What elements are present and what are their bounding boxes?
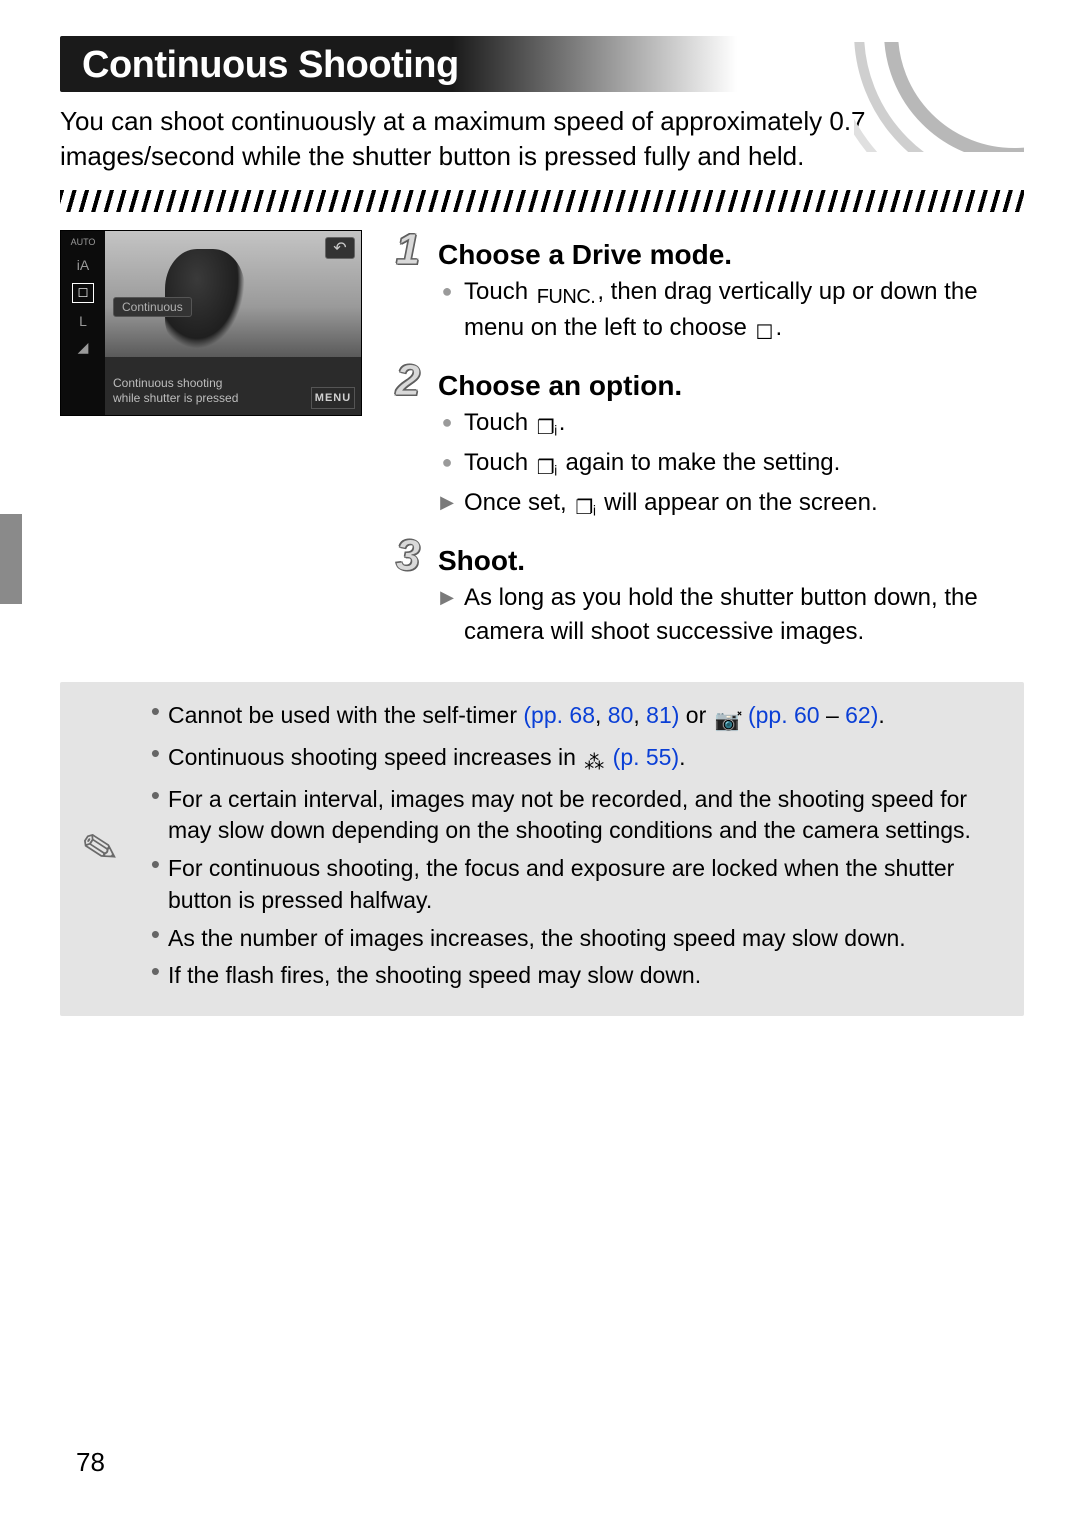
step: 3 Shoot. ▶As long as you hold the shutter … — [388, 536, 1024, 648]
section-heading-bar: Continuous Shooting — [60, 36, 1024, 92]
inline-icon: FUNC. — [535, 283, 598, 311]
sidebar-icon-selected: ☐ — [72, 283, 95, 303]
note-bullet-dot: • — [151, 784, 160, 847]
camera-preview-image — [105, 231, 361, 357]
sidebar-icon: L — [79, 313, 87, 329]
bullet-text: Touch ❐ᵢ. — [464, 406, 565, 442]
hatch-divider — [60, 190, 1024, 212]
step-title: Choose a Drive mode. — [438, 239, 732, 271]
camera-screenshot: AUTO iA ☐ L ◢ ↶ Continuous Continuous sh… — [60, 230, 362, 416]
notes-list: •Cannot be used with the self-timer (pp.… — [151, 700, 1004, 998]
note-item: •If the flash fires, the shooting speed … — [151, 960, 1004, 992]
note-item: •As the number of images increases, the … — [151, 923, 1004, 955]
note-text: Continuous shooting speed increases in ⁂… — [168, 742, 686, 778]
bullet-text: Touch ❐ᵢ again to make the setting. — [464, 446, 840, 482]
note-bullet-dot: • — [151, 853, 160, 916]
inline-icon: ❐ᵢ — [535, 414, 559, 442]
note-text: For a certain interval, images may not b… — [168, 784, 1004, 847]
step-number: 2 — [388, 361, 428, 401]
note-bullet-dot: • — [151, 742, 160, 778]
step-bullet: ●Touch ❐ᵢ. — [438, 406, 1024, 442]
notes-box: ✎ •Cannot be used with the self-timer (p… — [60, 682, 1024, 1016]
step-bullet: ●Touch FUNC., then drag vertically up or… — [438, 275, 1024, 347]
sidebar-icon: iA — [77, 257, 89, 273]
note-bullet-dot: • — [151, 960, 160, 992]
circle-bullet-icon: ● — [438, 275, 456, 347]
step: 1 Choose a Drive mode. ●Touch FUNC., then … — [388, 230, 1024, 347]
page-ref-link[interactable]: 81 — [646, 702, 672, 728]
page-ref-link[interactable]: (pp. 60 — [748, 702, 820, 728]
sidebar-icon: AUTO — [71, 237, 96, 247]
note-bullet-dot: • — [151, 923, 160, 955]
camera-back-icon: ↶ — [325, 237, 355, 259]
inline-icon: 📷̽ — [713, 708, 742, 736]
note-text: If the flash fires, the shooting speed m… — [168, 960, 701, 992]
step: 2Choose an option.●Touch ❐ᵢ.●Touch ❐ᵢ ag… — [388, 361, 1024, 522]
note-item: •For a certain interval, images may not … — [151, 784, 1004, 847]
camera-desc-line2: while shutter is pressed — [113, 391, 238, 405]
step-number: 3 — [388, 536, 428, 576]
camera-desc-line1: Continuous shooting — [113, 376, 222, 390]
arrow-bullet-icon: ▶ — [438, 486, 456, 522]
step-bullet: ▶As long as you hold the shutter button … — [438, 581, 1024, 648]
arrow-bullet-icon: ▶ — [438, 581, 456, 648]
inline-icon: ❐ᵢ — [573, 494, 597, 522]
camera-menu-button: MENU — [311, 387, 355, 409]
page-ref-link[interactable]: 62 — [845, 702, 871, 728]
bullet-text: As long as you hold the shutter button d… — [464, 581, 1024, 648]
step-title: Choose an option. — [438, 370, 682, 402]
note-item: •For continuous shooting, the focus and … — [151, 853, 1004, 916]
bullet-text: Touch FUNC., then drag vertically up or … — [464, 275, 1024, 347]
page-ref-link[interactable]: ) — [871, 702, 879, 728]
page-ref-link[interactable]: ) — [672, 702, 680, 728]
note-item: •Cannot be used with the self-timer (pp.… — [151, 700, 1004, 736]
page-number: 78 — [76, 1447, 105, 1478]
section-title: Continuous Shooting — [60, 36, 1024, 87]
note-item: •Continuous shooting speed increases in … — [151, 742, 1004, 778]
inline-icon: ☐ — [754, 319, 776, 347]
inline-icon: ❐ᵢ — [535, 454, 559, 482]
bullet-text: Once set, ❐ᵢ will appear on the screen. — [464, 486, 878, 522]
thumb-tab — [0, 514, 22, 604]
step-bullet: ▶Once set, ❐ᵢ will appear on the screen. — [438, 486, 1024, 522]
note-text: As the number of images increases, the s… — [168, 923, 906, 955]
circle-bullet-icon: ● — [438, 406, 456, 442]
step-bullet: ●Touch ❐ᵢ again to make the setting. — [438, 446, 1024, 482]
camera-mode-pill: Continuous — [113, 297, 192, 317]
step-number: 1 — [388, 230, 428, 270]
page-ref-link[interactable]: (pp. 68 — [523, 702, 595, 728]
note-text: Cannot be used with the self-timer (pp. … — [168, 700, 885, 736]
inline-icon: ⁂ — [582, 750, 606, 778]
camera-mode-desc: Continuous shooting while shutter is pre… — [113, 376, 307, 405]
circle-bullet-icon: ● — [438, 446, 456, 482]
steps-column: 1Choose a Drive mode.●Touch FUNC., then … — [388, 230, 1024, 662]
sidebar-icon: ◢ — [78, 339, 89, 356]
note-text: For continuous shooting, the focus and e… — [168, 853, 1004, 916]
page-ref-link[interactable]: 80 — [608, 702, 634, 728]
step-title: Shoot. — [438, 545, 525, 577]
note-bullet-dot: • — [151, 700, 160, 736]
page-ref-link[interactable]: (p. 55) — [613, 744, 679, 770]
camera-sidebar: AUTO iA ☐ L ◢ — [61, 231, 105, 415]
pencil-icon: ✎ — [67, 818, 133, 880]
